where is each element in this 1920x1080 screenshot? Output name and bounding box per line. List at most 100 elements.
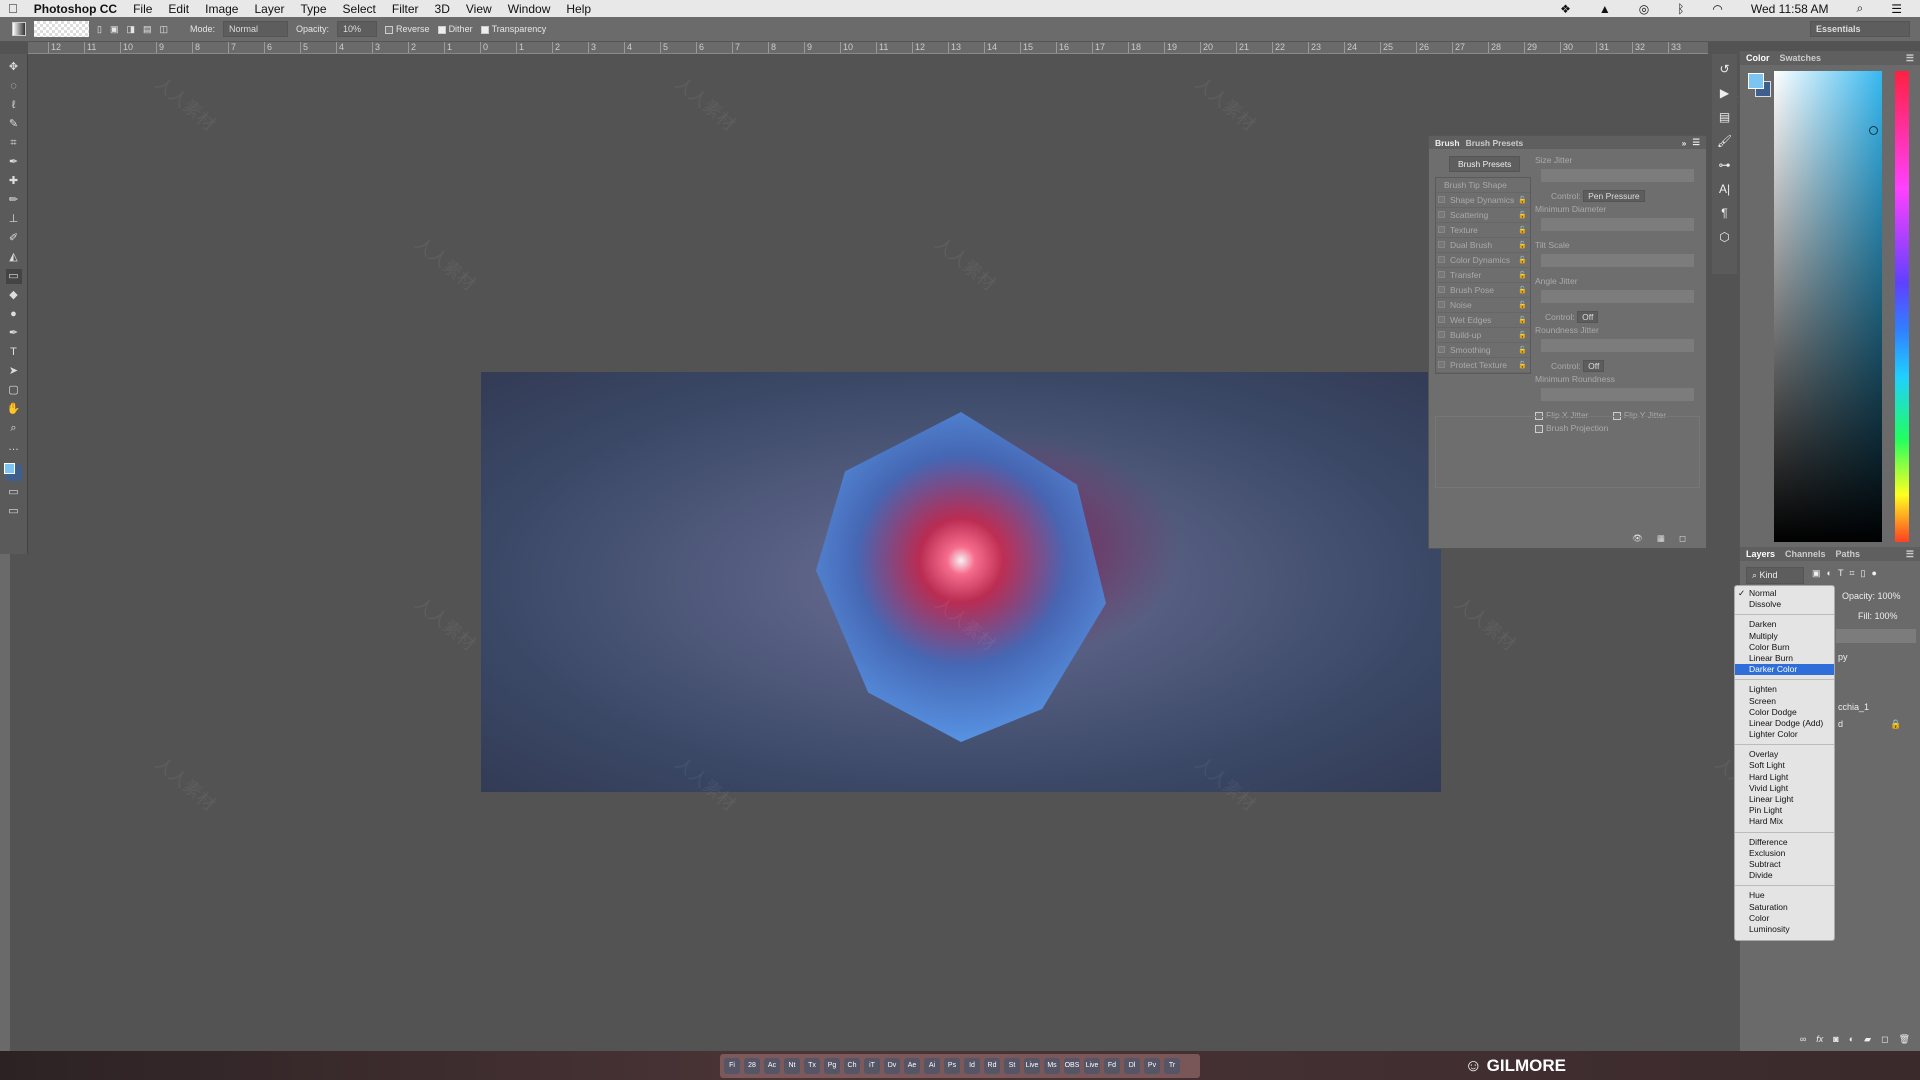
blend-darken[interactable]: Darken: [1735, 619, 1834, 630]
transparency-checkbox[interactable]: Transparency: [480, 24, 546, 34]
clock[interactable]: Wed 11:58 AM: [1751, 2, 1829, 16]
hand-tool-icon[interactable]: ✋: [6, 402, 22, 417]
control-select-1[interactable]: Pen Pressure: [1583, 190, 1645, 202]
dock-app-icon[interactable]: Dl: [1124, 1058, 1140, 1074]
collapse-icon[interactable]: »: [1682, 138, 1687, 148]
brush-option-noise[interactable]: Noise 🔓: [1436, 298, 1530, 313]
brush-option-shape-dynamics[interactable]: Shape Dynamics 🔓: [1436, 193, 1530, 208]
blend-linear-light[interactable]: Linear Light: [1735, 794, 1834, 805]
more-tool-icon[interactable]: …: [6, 440, 22, 455]
menu-window[interactable]: Window: [508, 2, 551, 16]
color-field[interactable]: [1774, 71, 1882, 542]
quick-select-tool-icon[interactable]: ✎: [6, 117, 22, 132]
blend-hue[interactable]: Hue: [1735, 890, 1834, 901]
panel-menu-icon[interactable]: ☰: [1692, 137, 1700, 148]
dock-app-icon[interactable]: Live: [1084, 1058, 1100, 1074]
dock-app-icon[interactable]: Ps: [944, 1058, 960, 1074]
blend-overlay[interactable]: Overlay: [1735, 749, 1834, 760]
eyedropper-tool-icon[interactable]: ✒: [6, 155, 22, 170]
wifi-icon[interactable]: ◠: [1712, 2, 1722, 16]
brush-option-build-up[interactable]: Build-up 🔓: [1436, 328, 1530, 343]
blend-vivid-light[interactable]: Vivid Light: [1735, 783, 1834, 794]
layer-opacity-field[interactable]: 100%: [1878, 591, 1901, 601]
reflected-gradient-icon[interactable]: ▤: [143, 24, 152, 35]
adjustment-layer-icon[interactable]: ◐: [1849, 1034, 1854, 1045]
lock-icon[interactable]: 🔓: [1518, 313, 1527, 328]
color-picker-ring[interactable]: [1869, 126, 1878, 135]
tab-channels[interactable]: Channels: [1785, 549, 1826, 559]
option-checkbox[interactable]: [1438, 256, 1445, 263]
healing-tool-icon[interactable]: ✚: [6, 174, 22, 189]
lock-icon[interactable]: 🔓: [1518, 283, 1527, 298]
blend-normal[interactable]: Normal ✓: [1735, 588, 1834, 599]
adjustments-icon[interactable]: ⊶: [1719, 158, 1731, 172]
mask-icon[interactable]: ◙: [1833, 1034, 1838, 1045]
option-checkbox[interactable]: [1438, 301, 1445, 308]
dock-app-icon[interactable]: Tr: [1164, 1058, 1180, 1074]
brush-option-protect-texture[interactable]: Protect Texture 🔓: [1436, 358, 1530, 373]
blend-color-dodge[interactable]: Color Dodge: [1735, 707, 1834, 718]
hue-slider[interactable]: [1895, 71, 1909, 542]
layer-name[interactable]: cchia_1: [1838, 702, 1869, 712]
dock-app-icon[interactable]: 28: [744, 1058, 760, 1074]
blend-linear-burn[interactable]: Linear Burn: [1735, 653, 1834, 664]
lock-icon[interactable]: 🔓: [1518, 238, 1527, 253]
dock-app-icon[interactable]: Tx: [804, 1058, 820, 1074]
search-icon[interactable]: ⌕: [1857, 1, 1864, 16]
dock-app-icon[interactable]: Ai: [924, 1058, 940, 1074]
menu-select[interactable]: Select: [343, 2, 376, 16]
tab-brush-presets[interactable]: Brush Presets: [1466, 138, 1524, 148]
brush-option-dual-brush[interactable]: Dual Brush 🔓: [1436, 238, 1530, 253]
lock-icon[interactable]: 🔓: [1518, 298, 1527, 313]
min-diameter-slider[interactable]: [1541, 218, 1694, 231]
link-layers-icon[interactable]: ∞: [1800, 1034, 1806, 1045]
apple-icon[interactable]: : [8, 1, 18, 16]
option-checkbox[interactable]: [1438, 331, 1445, 338]
menu-help[interactable]: Help: [566, 2, 591, 16]
tab-brush[interactable]: Brush: [1435, 138, 1460, 148]
dock-app-icon[interactable]: Ch: [844, 1058, 860, 1074]
blend-color-burn[interactable]: Color Burn: [1735, 642, 1834, 653]
option-checkbox[interactable]: [1438, 346, 1445, 353]
menu-type[interactable]: Type: [301, 2, 327, 16]
app-name[interactable]: Photoshop CC: [34, 2, 117, 16]
path-select-tool-icon[interactable]: ➤: [6, 364, 22, 379]
eraser-tool-icon[interactable]: ◭: [6, 250, 22, 265]
layer-row[interactable]: [1836, 629, 1916, 643]
brush-panel-icon[interactable]: 🖌: [1717, 134, 1732, 148]
history-icon[interactable]: ↺: [1719, 62, 1729, 76]
dock-app-icon[interactable]: Fd: [1104, 1058, 1120, 1074]
fill-field[interactable]: 100%: [1875, 611, 1898, 621]
tab-swatches[interactable]: Swatches: [1780, 53, 1822, 63]
brush-option-transfer[interactable]: Transfer 🔓: [1436, 268, 1530, 283]
blend-hard-mix[interactable]: Hard Mix: [1735, 816, 1834, 827]
opacity-field[interactable]: 10%: [337, 21, 378, 37]
blend-color[interactable]: Color: [1735, 913, 1834, 924]
blend-subtract[interactable]: Subtract: [1735, 859, 1834, 870]
move-tool-icon[interactable]: ✥: [6, 60, 22, 75]
screen-mode-icon[interactable]: ▭: [6, 504, 22, 519]
menu-image[interactable]: Image: [205, 2, 238, 16]
option-checkbox[interactable]: [1438, 361, 1445, 368]
brush-option-texture[interactable]: Texture 🔓: [1436, 223, 1530, 238]
angle-jitter-slider[interactable]: [1541, 290, 1694, 303]
zoom-tool-icon[interactable]: ⌕: [6, 421, 22, 436]
blend-multiply[interactable]: Multiply: [1735, 631, 1834, 642]
lock-icon[interactable]: 🔓: [1518, 343, 1527, 358]
brush-option-color-dynamics[interactable]: Color Dynamics 🔓: [1436, 253, 1530, 268]
blend-lighten[interactable]: Lighten: [1735, 684, 1834, 695]
option-checkbox[interactable]: [1438, 196, 1445, 203]
dock-app-icon[interactable]: OBS: [1064, 1058, 1080, 1074]
lock-icon[interactable]: 🔓: [1518, 328, 1527, 343]
tab-color[interactable]: Color: [1746, 53, 1770, 63]
brush-option-brush-tip-shape[interactable]: Brush Tip Shape: [1436, 178, 1530, 193]
lasso-tool-icon[interactable]: ℓ: [6, 98, 22, 113]
option-checkbox[interactable]: [1438, 226, 1445, 233]
dock-app-icon[interactable]: Dv: [884, 1058, 900, 1074]
creative-cloud-icon[interactable]: ◎: [1639, 2, 1649, 16]
menu-edit[interactable]: Edit: [168, 2, 189, 16]
dock-app-icon[interactable]: Ac: [764, 1058, 780, 1074]
menu-file[interactable]: File: [133, 2, 152, 16]
dropbox-icon[interactable]: ❖: [1560, 2, 1571, 16]
lock-icon[interactable]: 🔓: [1518, 253, 1527, 268]
